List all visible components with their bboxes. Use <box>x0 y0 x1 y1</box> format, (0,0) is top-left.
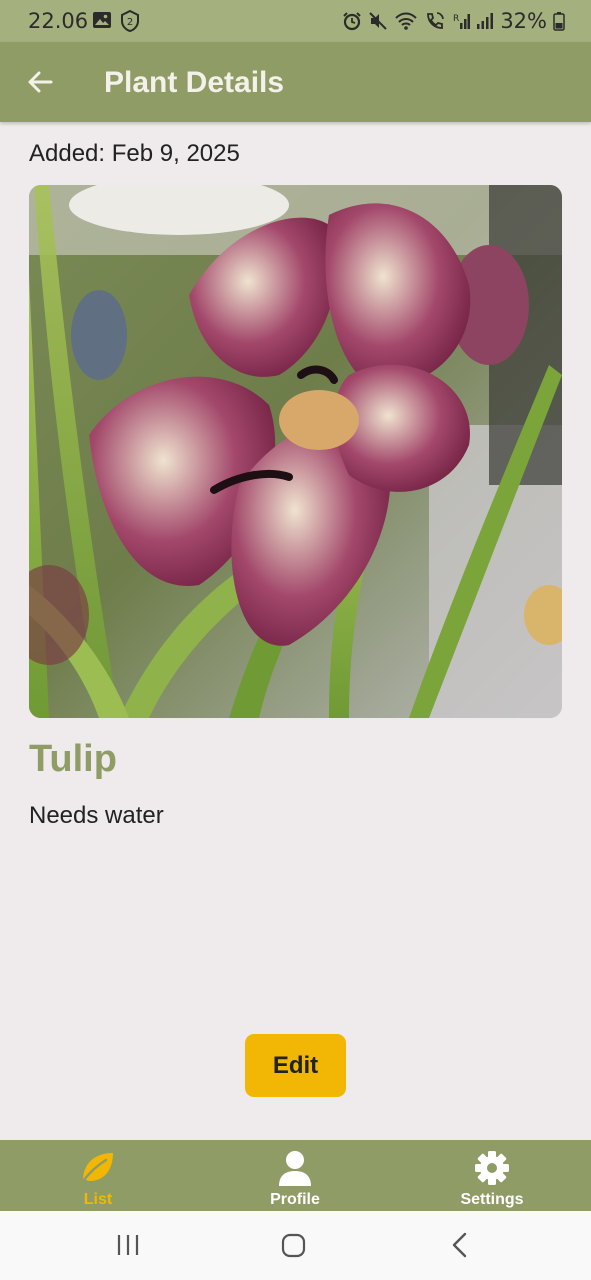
page-title: Plant Details <box>104 66 285 99</box>
plant-photo <box>29 185 562 718</box>
arrow-left-icon <box>28 71 53 93</box>
bottom-nav: List Profile Settings <box>0 1140 591 1211</box>
nav-label-list: List <box>83 1191 113 1208</box>
leaf-icon <box>81 1153 113 1183</box>
system-nav-bar <box>0 1211 591 1280</box>
home-icon[interactable] <box>280 1231 308 1259</box>
status-notification-icons: 2 <box>92 10 140 32</box>
person-icon <box>279 1151 311 1186</box>
battery-percentage: 32% <box>500 9 547 33</box>
alarm-icon <box>343 12 362 31</box>
signal-r-icon: R <box>453 14 471 29</box>
recent-apps-icon[interactable] <box>116 1231 140 1259</box>
nav-label-profile: Profile <box>270 1191 320 1208</box>
edit-button[interactable]: Edit <box>245 1034 346 1097</box>
wifi-icon <box>395 12 418 30</box>
app-bar: Plant Details <box>0 42 591 122</box>
gear-icon <box>475 1151 509 1185</box>
signal-icon <box>477 13 494 29</box>
svg-text:2: 2 <box>127 17 133 28</box>
security-badge-icon: 2 <box>121 10 139 32</box>
nav-label-settings: Settings <box>460 1191 524 1208</box>
image-notification-icon <box>93 12 111 28</box>
plant-status: Needs water <box>29 802 164 829</box>
status-system-icons: R 32% <box>342 9 565 33</box>
battery-icon <box>553 12 565 31</box>
svg-text:R: R <box>453 14 459 24</box>
back-nav-icon[interactable] <box>448 1231 472 1259</box>
wifi-call-icon <box>427 12 445 29</box>
nav-item-list[interactable]: List <box>58 1140 138 1211</box>
added-date: Added: Feb 9, 2025 <box>29 140 240 167</box>
status-time: 22.06 <box>28 9 89 33</box>
nav-item-settings[interactable]: Settings <box>452 1140 532 1211</box>
nav-item-profile[interactable]: Profile <box>255 1140 335 1211</box>
mute-icon <box>369 12 388 30</box>
plant-name: Tulip <box>29 738 117 780</box>
status-bar: 22.06 2 R 32% <box>0 0 591 42</box>
back-button[interactable] <box>18 60 62 104</box>
